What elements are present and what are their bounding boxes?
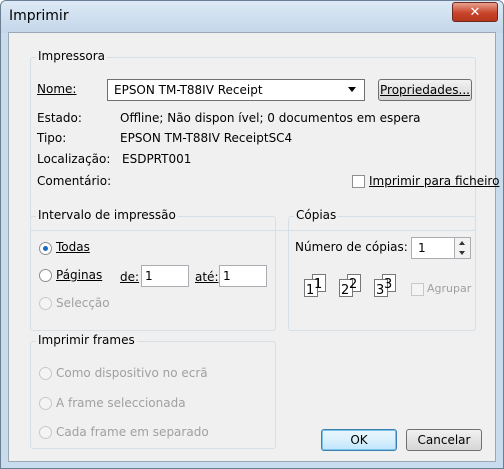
location-label: Localização: bbox=[37, 152, 111, 166]
type-label: Tipo: bbox=[37, 131, 67, 145]
range-to-label: até: bbox=[195, 270, 219, 284]
collate-page-number-1b: 1 bbox=[314, 277, 323, 292]
ok-button[interactable]: OK bbox=[321, 429, 397, 451]
type-value: EPSON TM-T88IV ReceiptSC4 bbox=[120, 131, 293, 145]
range-to-value: 1 bbox=[223, 269, 231, 283]
title-bar[interactable]: Imprimir ✕ bbox=[1, 1, 503, 33]
cancel-button[interactable]: Cancelar bbox=[406, 429, 482, 451]
range-pages-label[interactable]: Páginas bbox=[56, 268, 102, 282]
properties-button-label: Propriedades... bbox=[380, 83, 470, 97]
status-label: Estado: bbox=[37, 111, 82, 125]
frames-each-label[interactable]: Cada frame em separado bbox=[56, 425, 209, 439]
print-frames-title: Imprimir frames bbox=[36, 333, 137, 347]
range-from-value: 1 bbox=[145, 269, 153, 283]
frames-selected-label[interactable]: A frame seleccionada bbox=[56, 396, 186, 410]
range-from-label: de: bbox=[120, 270, 140, 284]
frames-as-screen-radio[interactable] bbox=[39, 367, 52, 380]
copies-count-spinner[interactable]: 1 bbox=[411, 237, 471, 259]
frames-selected-radio[interactable] bbox=[39, 397, 52, 410]
copies-title: Cópias bbox=[294, 208, 339, 222]
copies-group: Cópias Número de cópias: 1 1 1 2 2 3 3 A… bbox=[288, 208, 476, 331]
location-value: ESDPRT001 bbox=[122, 152, 192, 166]
printer-name-value: EPSON TM-T88IV Receipt bbox=[114, 83, 263, 97]
printer-group-title: Impressora bbox=[36, 49, 108, 63]
cancel-button-label: Cancelar bbox=[417, 433, 471, 447]
range-to-input[interactable]: 1 bbox=[219, 265, 267, 287]
print-to-file-label[interactable]: Imprimir para ficheiro bbox=[369, 174, 499, 188]
window-title: Imprimir bbox=[9, 8, 69, 24]
print-frames-group: Imprimir frames Como dispositivo no ecrã… bbox=[30, 333, 276, 449]
collate-checkbox[interactable] bbox=[411, 283, 424, 296]
range-selection-radio[interactable] bbox=[39, 297, 52, 310]
collate-label[interactable]: Agrupar bbox=[427, 282, 471, 295]
copies-count-label: Número de cópias: bbox=[295, 240, 408, 254]
comment-label: Comentário: bbox=[37, 174, 112, 188]
range-from-input[interactable]: 1 bbox=[141, 265, 189, 287]
spinner-down-icon[interactable] bbox=[454, 248, 470, 258]
properties-button[interactable]: Propriedades... bbox=[378, 79, 472, 101]
status-value: Offline; Não dispon ível; 0 documentos e… bbox=[120, 111, 421, 125]
print-dialog: Imprimir ✕ Impressora Nome: EPSON TM-T88… bbox=[0, 0, 504, 469]
collate-page-number-3b: 3 bbox=[384, 277, 393, 292]
close-button[interactable]: ✕ bbox=[452, 2, 498, 22]
chevron-down-icon bbox=[348, 87, 356, 92]
copies-count-value: 1 bbox=[418, 241, 426, 255]
frames-each-radio[interactable] bbox=[39, 426, 52, 439]
dialog-body: Impressora Nome: EPSON TM-T88IV Receipt … bbox=[8, 32, 499, 462]
range-all-radio[interactable] bbox=[39, 242, 52, 255]
close-icon: ✕ bbox=[469, 5, 481, 20]
printer-name-label: Nome: bbox=[37, 82, 77, 96]
print-to-file-checkbox[interactable] bbox=[352, 175, 365, 188]
print-range-title: Intervalo de impressão bbox=[36, 208, 178, 222]
range-selection-label[interactable]: Selecção bbox=[56, 296, 110, 310]
collate-page-number-2b: 2 bbox=[349, 277, 358, 292]
range-all-label[interactable]: Todas bbox=[56, 240, 90, 254]
ok-button-label: OK bbox=[350, 433, 368, 447]
range-pages-radio[interactable] bbox=[39, 269, 52, 282]
printer-name-select[interactable]: EPSON TM-T88IV Receipt bbox=[107, 79, 365, 101]
printer-group: Impressora Nome: EPSON TM-T88IV Receipt … bbox=[30, 49, 499, 231]
print-range-group: Intervalo de impressão Todas Páginas de:… bbox=[30, 208, 276, 331]
frames-as-screen-label[interactable]: Como dispositivo no ecrã bbox=[56, 366, 208, 380]
